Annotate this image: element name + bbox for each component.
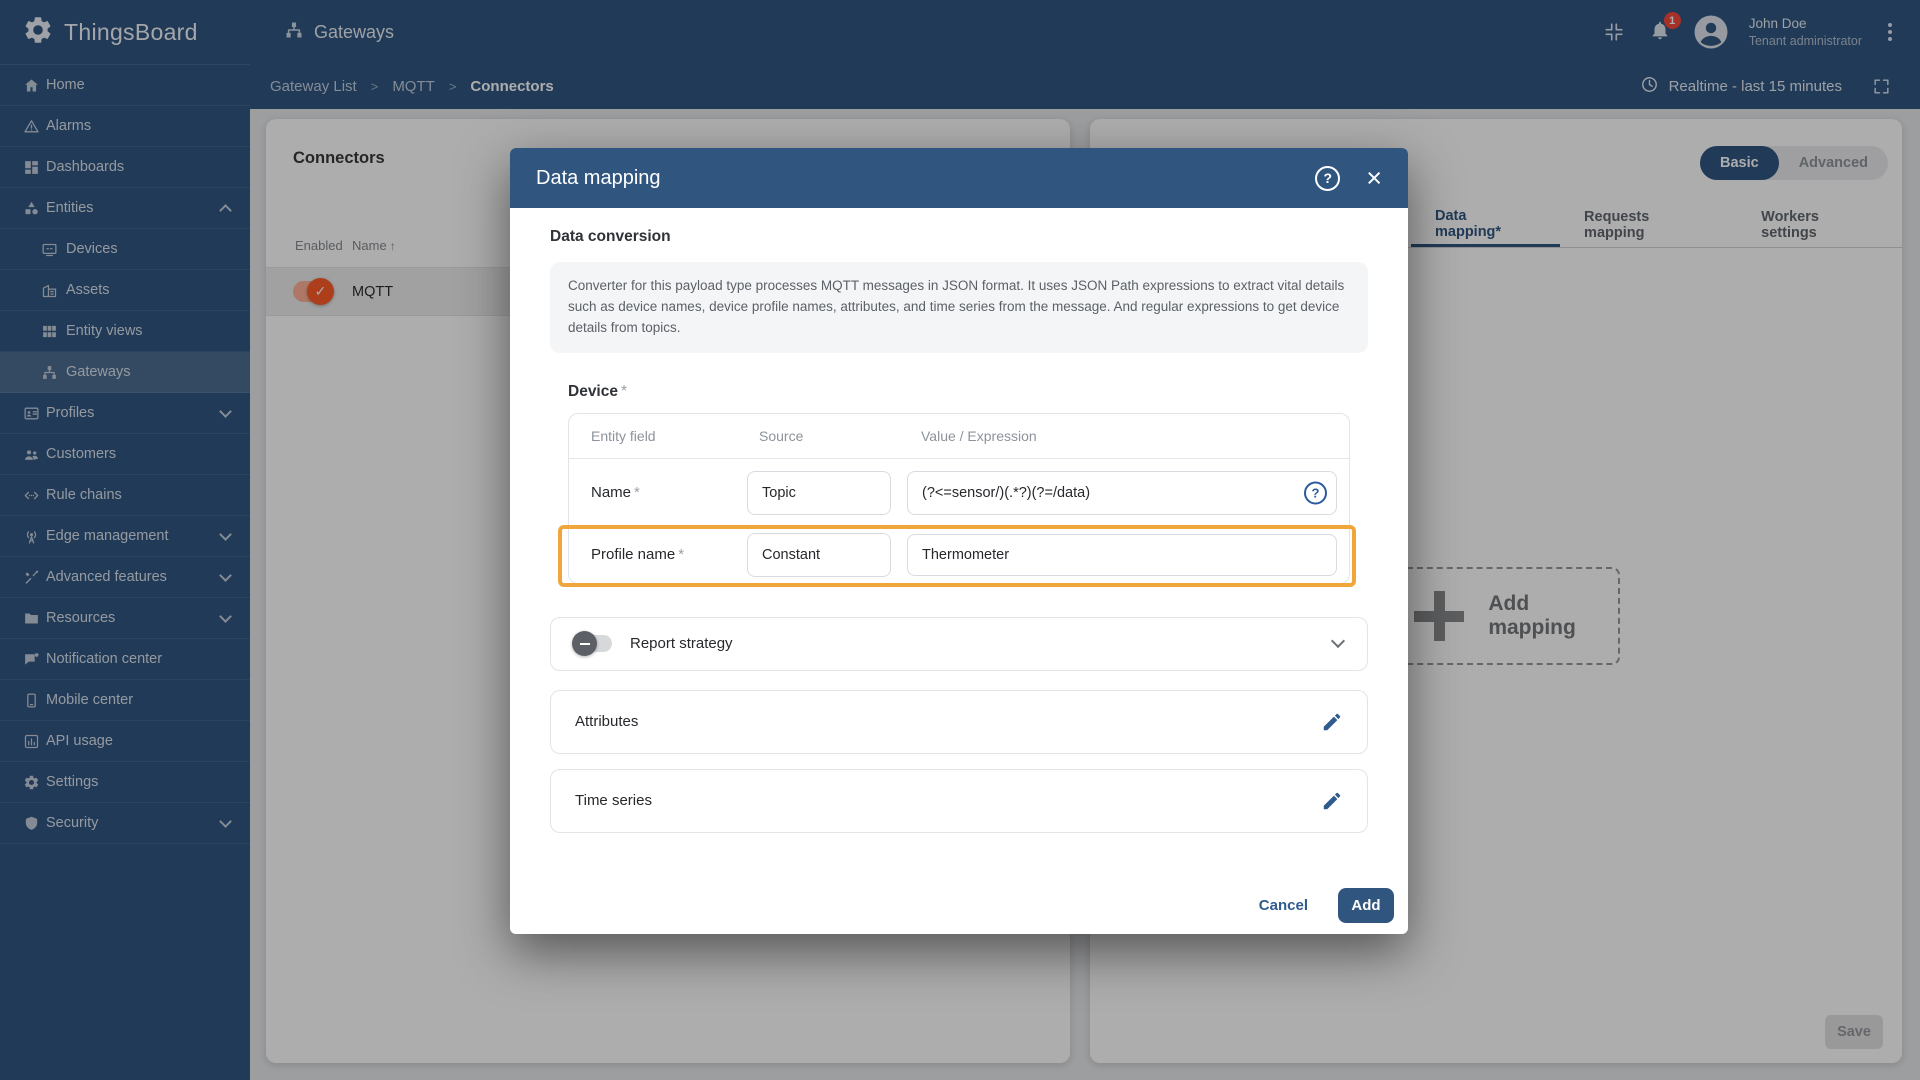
profile-source-select[interactable]: Constant: [747, 532, 891, 577]
dialog-title: Data mapping: [536, 166, 661, 189]
device-name-row: Name* Topic ?: [569, 459, 1349, 527]
name-source-select[interactable]: Topic: [747, 470, 891, 515]
required-marker: *: [620, 382, 628, 400]
time-series-card: Time series: [550, 768, 1368, 833]
toggle-minus-icon: [572, 631, 597, 657]
report-strategy-label: Report strategy: [630, 635, 733, 653]
close-icon[interactable]: ×: [1366, 164, 1382, 192]
data-conversion-heading: Data conversion: [550, 228, 671, 245]
report-strategy-card: Report strategy: [550, 616, 1368, 671]
profile-value-input[interactable]: [907, 533, 1337, 576]
profile-value-cell: [907, 533, 1349, 576]
name-expression-input[interactable]: [907, 470, 1337, 515]
device-section-heading: Device *: [568, 382, 628, 400]
app-root: Gateways 1 John Doe Tenant administrator…: [0, 0, 1920, 1080]
attributes-label: Attributes: [575, 713, 639, 731]
column-value-expression: Value / Expression: [921, 427, 1037, 444]
name-value-cell: ?: [907, 470, 1349, 515]
profile-name-field-label: Profile name *: [591, 546, 685, 564]
dialog-body: Data conversion Converter for this paylo…: [510, 208, 1408, 934]
edit-time-series-icon[interactable]: [1321, 790, 1343, 812]
attributes-card: Attributes: [550, 689, 1368, 754]
dialog-help-icon[interactable]: ?: [1315, 165, 1341, 191]
name-field-label: Name *: [591, 484, 640, 502]
expand-chevron-icon[interactable]: [1330, 634, 1346, 649]
time-series-label: Time series: [575, 792, 652, 810]
dialog-header: Data mapping ? ×: [510, 148, 1408, 208]
column-entity-field: Entity field: [591, 427, 656, 444]
expression-help-icon[interactable]: ?: [1304, 481, 1327, 505]
required-marker: *: [634, 484, 640, 502]
edit-attributes-icon[interactable]: [1321, 711, 1343, 733]
cancel-button[interactable]: Cancel: [1259, 897, 1308, 914]
report-strategy-toggle[interactable]: [572, 631, 612, 657]
device-table-header: Entity field Source Value / Expression: [569, 414, 1349, 459]
add-button[interactable]: Add: [1338, 888, 1394, 923]
data-conversion-description: Converter for this payload type processe…: [550, 262, 1368, 353]
column-source: Source: [759, 427, 804, 444]
data-mapping-dialog: Data mapping ? × Data conversion Convert…: [510, 148, 1408, 934]
profile-name-row-highlighted: Profile name * Constant: [558, 524, 1356, 587]
dialog-footer: Cancel Add: [1259, 888, 1394, 923]
required-marker: *: [678, 546, 685, 564]
device-mapping-table: Entity field Source Value / Expression N…: [558, 412, 1356, 587]
